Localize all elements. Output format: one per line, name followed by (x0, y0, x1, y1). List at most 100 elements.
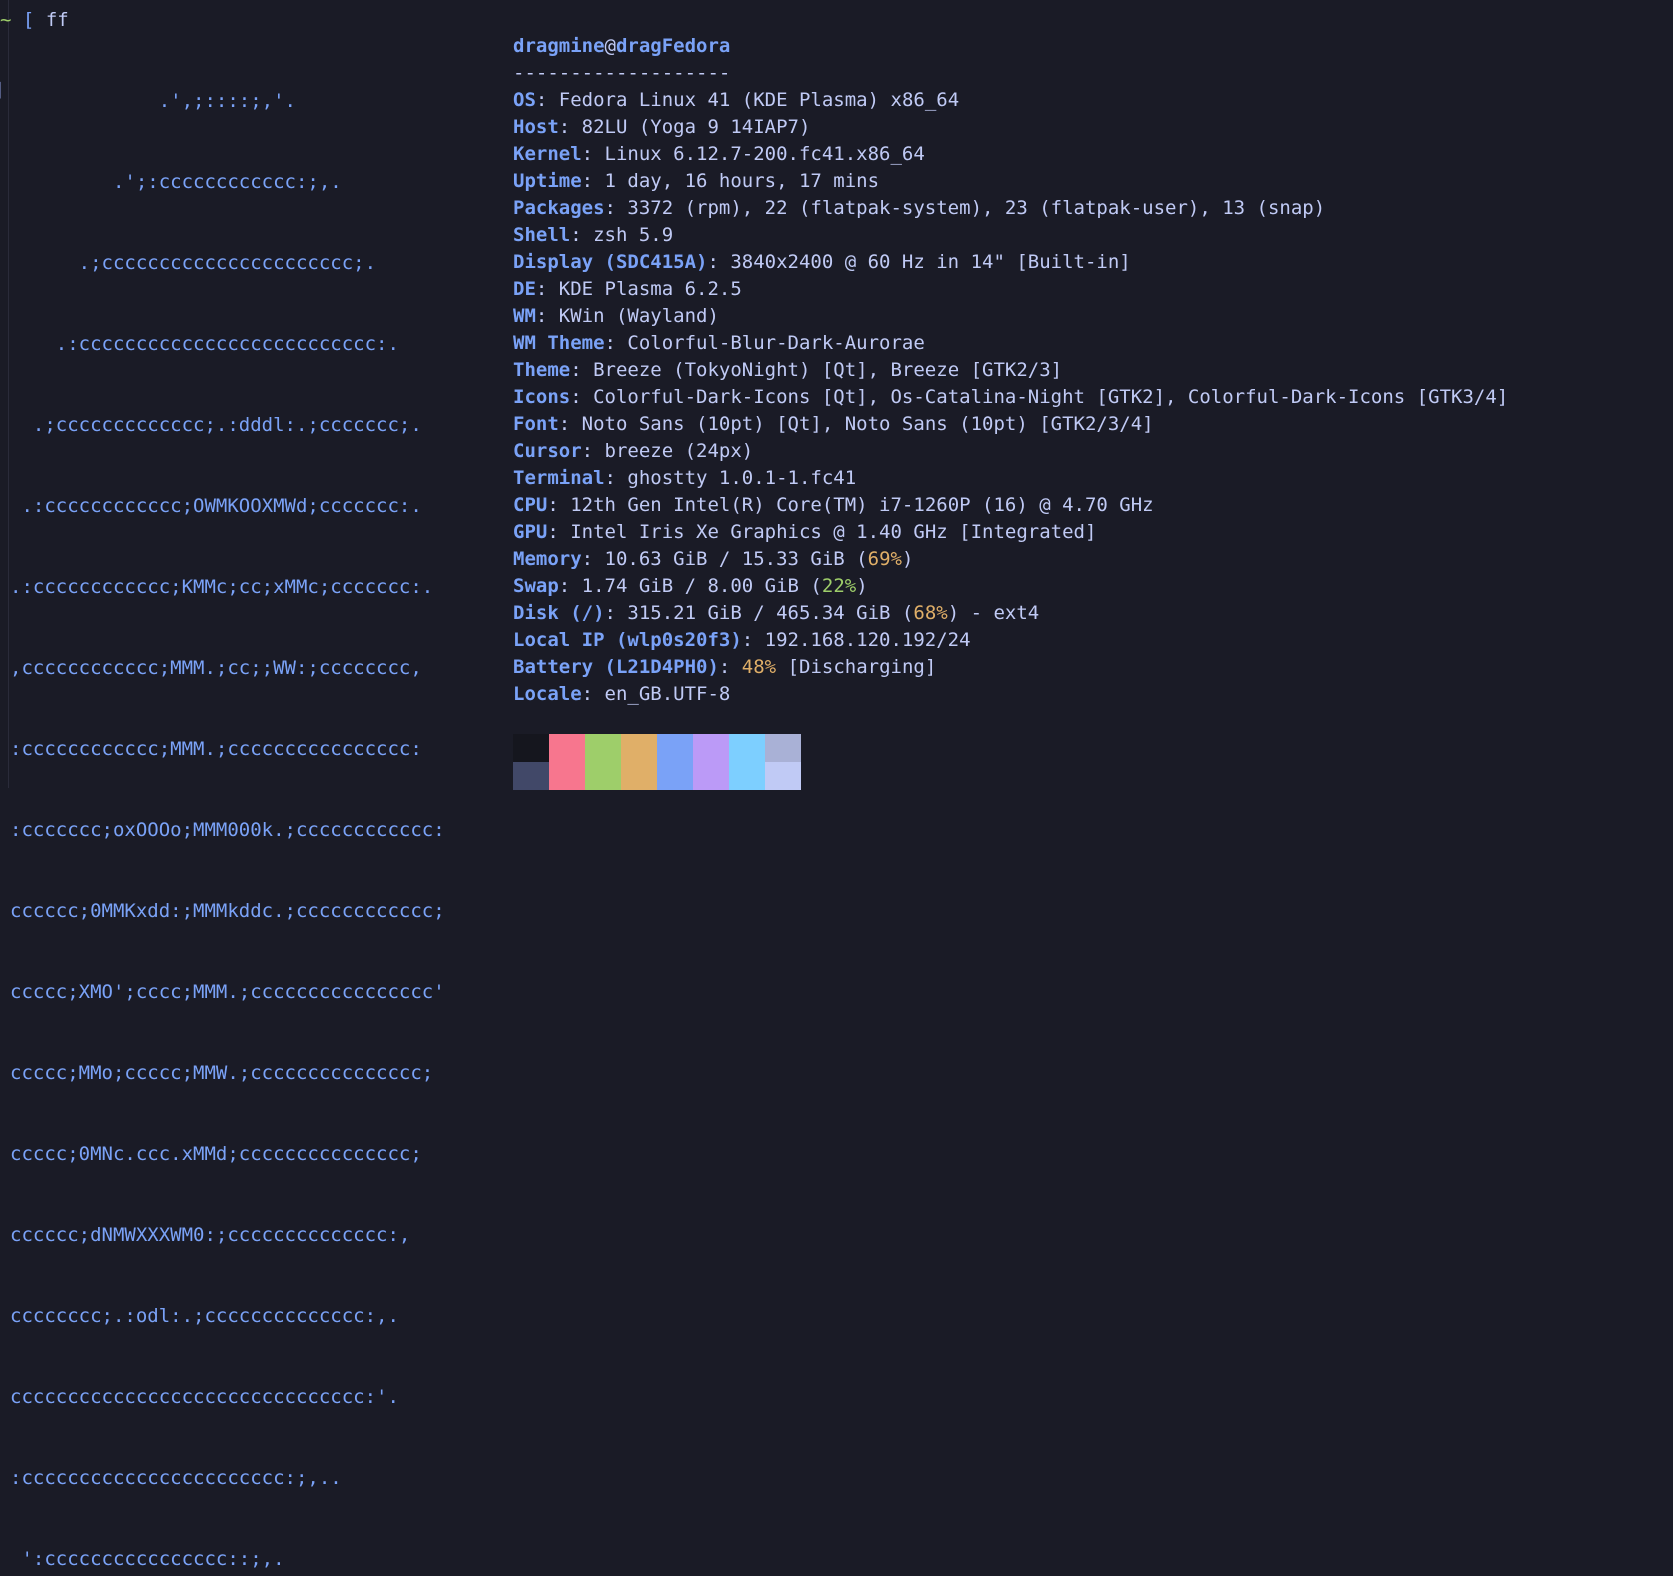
info-row-theme: Theme: Breeze (TokyoNight) [Qt], Breeze … (513, 357, 1508, 384)
logo-line: :cccccccccccc;MMM.;cccccccccccccccc: (10, 738, 422, 760)
palette-swatch-bright-3 (621, 762, 657, 790)
logo-line: :ccccccccccccccccccccccc:;,.. (10, 1467, 342, 1489)
info-value: : 1 day, 16 hours, 17 mins (581, 170, 880, 192)
logo-line: .';:cccccccccccc:;,. (10, 171, 342, 193)
swap-percent: 22% (821, 575, 857, 597)
logo-line: ccccccccccccccccccccccccccccccc:'. (10, 1386, 399, 1408)
info-row-wm: WM: KWin (Wayland) (513, 303, 1508, 330)
logo-line: .:cccccccccccc;OWMKOOXMWd;ccccccc:. (10, 495, 422, 517)
info-row-icons: Icons: Colorful-Dark-Icons [Qt], Os-Cata… (513, 384, 1508, 411)
palette-swatch-normal-7 (765, 734, 801, 762)
info-row-terminal: Terminal: ghostty 1.0.1-1.fc41 (513, 465, 1508, 492)
info-key: Battery (L21D4PH0) (513, 656, 719, 678)
info-row-kernel: Kernel: Linux 6.12.7-200.fc41.x86_64 (513, 141, 1508, 168)
info-value-tail: ) (856, 575, 868, 597)
info-key: Memory (513, 548, 582, 570)
left-edge-border (0, 0, 9, 788)
info-row-battery: Battery (L21D4PH0): 48% [Discharging] (513, 654, 1508, 681)
info-key: DE (513, 278, 536, 300)
info-value: : Colorful-Dark-Icons [Qt], Os-Catalina-… (570, 386, 1509, 408)
logo-line: cccccc;0MMKxdd:;MMMkddc.;cccccccccccc; (10, 900, 445, 922)
palette-swatch-bright-7 (765, 762, 801, 790)
info-key: Uptime (513, 170, 582, 192)
logo-line: ccccc;XMO';cccc;MMM.;cccccccccccccccc' (10, 981, 445, 1003)
info-row-swap: Swap: 1.74 GiB / 8.00 GiB (22%) (513, 573, 1508, 600)
info-value: : 192.168.120.192/24 (741, 629, 971, 651)
system-info-panel: dragmine@dragFedora ------------------- … (513, 33, 1508, 708)
info-row-wm-theme: WM Theme: Colorful-Blur-Dark-Aurorae (513, 330, 1508, 357)
palette-swatch-normal-1 (549, 734, 585, 762)
info-value: : Intel Iris Xe Graphics @ 1.40 GHz [Int… (547, 521, 1097, 543)
palette-swatch-bright-0 (513, 762, 549, 790)
username: dragmine (513, 35, 605, 57)
info-key: Disk (/) (513, 602, 605, 624)
info-value-tail: ) - ext4 (947, 602, 1040, 624)
info-value: : ghostty 1.0.1-1.fc41 (604, 467, 857, 489)
user-host-title: dragmine@dragFedora (513, 33, 1508, 60)
info-key: Shell (513, 224, 571, 246)
info-row-cpu: CPU: 12th Gen Intel(R) Core(TM) i7-1260P… (513, 492, 1508, 519)
at-sign: @ (604, 35, 616, 57)
info-row-locale: Locale: en_GB.UTF-8 (513, 681, 1508, 708)
prompt-command: ff (45, 9, 69, 31)
info-row-local-ip: Local IP (wlp0s20f3): 192.168.120.192/24 (513, 627, 1508, 654)
info-value: : Noto Sans (10pt) [Qt], Noto Sans (10pt… (558, 413, 1154, 435)
info-value: : 10.63 GiB / 15.33 GiB ( (581, 548, 868, 570)
info-key: Terminal (513, 467, 605, 489)
info-value: : Fedora Linux 41 (KDE Plasma) x86_64 (535, 89, 960, 111)
logo-line: .:cccccccccccc;KMMc;cc;xMMc;ccccccc:. (10, 576, 434, 598)
info-key: Font (513, 413, 559, 435)
info-value: : 1.74 GiB / 8.00 GiB ( (558, 575, 822, 597)
logo-line: ':cccccccccccccccc::;,. (10, 1548, 285, 1570)
info-value: : zsh 5.9 (570, 224, 674, 246)
palette-swatch-bright-1 (549, 762, 585, 790)
info-key: Packages (513, 197, 605, 219)
title-separator: ------------------- (513, 62, 731, 84)
info-value: : breeze (24px) (581, 440, 754, 462)
logo-line: .;ccccccccccccc;.:dddl:.;ccccccc;. (10, 414, 422, 436)
info-key: Locale (513, 683, 582, 705)
info-key: GPU (513, 521, 548, 543)
info-key: Local IP (wlp0s20f3) (513, 629, 742, 651)
info-row-uptime: Uptime: 1 day, 16 hours, 17 mins (513, 168, 1508, 195)
info-value: : KDE Plasma 6.2.5 (535, 278, 742, 300)
shell-prompt: ~ [ ff (0, 8, 69, 32)
logo-line: ,cccccccccccc;MMM.;cc;;WW:;cccccccc, (10, 657, 422, 679)
info-row-disk: Disk (/): 315.21 GiB / 465.34 GiB (68%) … (513, 600, 1508, 627)
info-row-memory: Memory: 10.63 GiB / 15.33 GiB (69%) (513, 546, 1508, 573)
palette-swatch-normal-0 (513, 734, 549, 762)
logo-line: .;cccccccccccccccccccccc;. (10, 252, 377, 274)
info-key: Cursor (513, 440, 582, 462)
info-key: WM Theme (513, 332, 605, 354)
logo-line: :ccccccc;oxOOOo;MMM000k.;cccccccccccc: (10, 819, 445, 841)
palette-swatch-normal-3 (621, 734, 657, 762)
info-value: : 315.21 GiB / 465.34 GiB ( (604, 602, 914, 624)
palette-swatch-normal-2 (585, 734, 621, 762)
info-value-tail: [Discharging] (776, 656, 937, 678)
palette-swatch-normal-6 (729, 734, 765, 762)
info-row-os: OS: Fedora Linux 41 (KDE Plasma) x86_64 (513, 87, 1508, 114)
terminal-window[interactable]: ▏ ~ [ ff .',;::::;,'. .';:cccccccccccc:;… (0, 0, 1673, 1570)
info-value-tail: ) (901, 548, 914, 570)
info-row-font: Font: Noto Sans (10pt) [Qt], Noto Sans (… (513, 411, 1508, 438)
info-key: OS (513, 89, 536, 111)
palette-swatch-bright-4 (657, 762, 693, 790)
info-row-packages: Packages: 3372 (rpm), 22 (flatpak-system… (513, 195, 1508, 222)
info-value: : Breeze (TokyoNight) [Qt], Breeze [GTK2… (570, 359, 1063, 381)
palette-swatch-normal-4 (657, 734, 693, 762)
logo-line: .',;::::;,'. (10, 90, 296, 112)
info-value: : 82LU (Yoga 9 14IAP7) (558, 116, 811, 138)
info-key: Host (513, 116, 559, 138)
info-value: : KWin (Wayland) (535, 305, 719, 327)
cursor-marker-icon: ▏ (0, 83, 9, 99)
info-key: WM (513, 305, 536, 327)
info-key: CPU (513, 494, 548, 516)
info-row-cursor: Cursor: breeze (24px) (513, 438, 1508, 465)
info-value: : (718, 656, 742, 678)
palette-swatch-bright-6 (729, 762, 765, 790)
memory-percent: 69% (867, 548, 902, 570)
palette-swatch-bright-2 (585, 762, 621, 790)
info-key: Display (SDC415A) (513, 251, 708, 273)
info-row-shell: Shell: zsh 5.9 (513, 222, 1508, 249)
info-value: : en_GB.UTF-8 (581, 683, 731, 705)
